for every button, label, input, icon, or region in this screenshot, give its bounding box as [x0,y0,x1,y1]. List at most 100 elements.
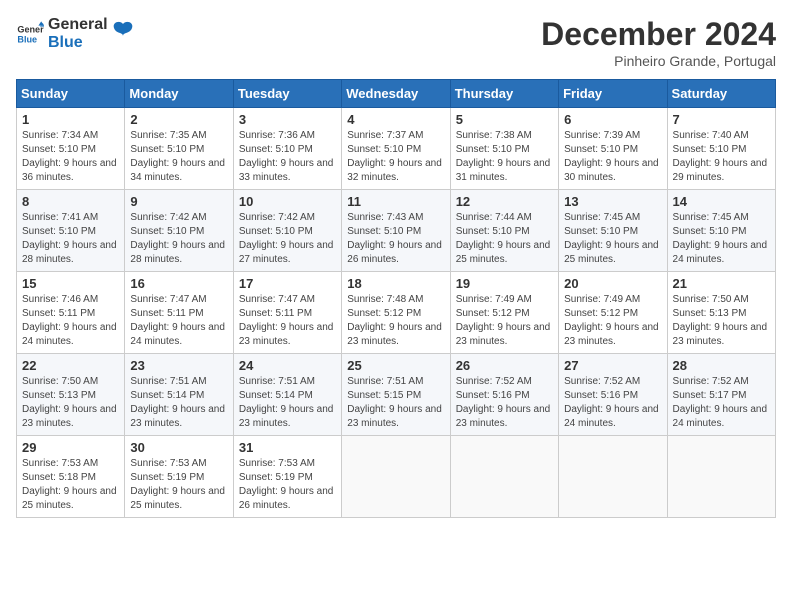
logo-blue: Blue [48,34,108,52]
day-info: Sunrise: 7:42 AMSunset: 5:10 PMDaylight:… [130,211,227,267]
day-number: 26 [456,358,553,373]
calendar-cell: 30Sunrise: 7:53 AMSunset: 5:19 PMDayligh… [125,436,233,518]
calendar-cell: 21Sunrise: 7:50 AMSunset: 5:13 PMDayligh… [667,272,775,354]
weekday-header-thursday: Thursday [450,80,558,108]
calendar-cell: 16Sunrise: 7:47 AMSunset: 5:11 PMDayligh… [125,272,233,354]
calendar-cell: 3 Sunrise: 7:36 AMSunset: 5:10 PMDaylight… [233,108,341,190]
day-number: 1 [22,112,119,127]
day-number: 24 [239,358,336,373]
month-year-title: December 2024 [541,16,776,53]
day-number: 12 [456,194,553,209]
day-info: Sunrise: 7:53 AMSunset: 5:19 PMDaylight:… [239,457,336,513]
day-info: Sunrise: 7:50 AMSunset: 5:13 PMDaylight:… [22,375,119,431]
day-number: 28 [673,358,770,373]
day-number: 31 [239,440,336,455]
calendar-cell: 29Sunrise: 7:53 AMSunset: 5:18 PMDayligh… [17,436,125,518]
weekday-header-sunday: Sunday [17,80,125,108]
day-info: Sunrise: 7:47 AMSunset: 5:11 PMDaylight:… [239,293,336,349]
day-number: 21 [673,276,770,291]
calendar-cell: 17 Sunrise: 7:47 AMSunset: 5:11 PMDayligh… [233,272,341,354]
day-info: Sunrise: 7:49 AMSunset: 5:12 PMDaylight:… [564,293,661,349]
location-subtitle: Pinheiro Grande, Portugal [541,53,776,69]
day-number: 15 [22,276,119,291]
calendar-cell: 27 Sunrise: 7:52 AMSunset: 5:16 PMDayligh… [559,354,667,436]
weekday-header-row: SundayMondayTuesdayWednesdayThursdayFrid… [17,80,776,108]
day-info: Sunrise: 7:52 AMSunset: 5:17 PMDaylight:… [673,375,770,431]
day-number: 20 [564,276,661,291]
calendar-cell: 22 Sunrise: 7:50 AMSunset: 5:13 PMDayligh… [17,354,125,436]
calendar-cell: 11 Sunrise: 7:43 AMSunset: 5:10 PMDayligh… [342,190,450,272]
day-number: 27 [564,358,661,373]
day-number: 2 [130,112,227,127]
day-number: 6 [564,112,661,127]
calendar-cell: 26 Sunrise: 7:52 AMSunset: 5:16 PMDayligh… [450,354,558,436]
logo: General Blue General Blue [16,16,134,51]
day-info: Sunrise: 7:44 AMSunset: 5:10 PMDaylight:… [456,211,553,267]
day-number: 11 [347,194,444,209]
day-number: 13 [564,194,661,209]
calendar-cell: 2 Sunrise: 7:35 AMSunset: 5:10 PMDaylight… [125,108,233,190]
day-info: Sunrise: 7:37 AMSunset: 5:10 PMDaylight:… [347,129,444,185]
day-info: Sunrise: 7:43 AMSunset: 5:10 PMDaylight:… [347,211,444,267]
weekday-header-friday: Friday [559,80,667,108]
day-info: Sunrise: 7:36 AMSunset: 5:10 PMDaylight:… [239,129,336,185]
calendar-cell: 31 Sunrise: 7:53 AMSunset: 5:19 PMDayligh… [233,436,341,518]
title-area: December 2024 Pinheiro Grande, Portugal [541,16,776,69]
day-info: Sunrise: 7:48 AMSunset: 5:12 PMDaylight:… [347,293,444,349]
day-info: Sunrise: 7:51 AMSunset: 5:14 PMDaylight:… [239,375,336,431]
day-number: 22 [22,358,119,373]
day-number: 16 [130,276,227,291]
day-info: Sunrise: 7:34 AMSunset: 5:10 PMDaylight:… [22,129,119,185]
calendar-cell: 10 Sunrise: 7:42 AMSunset: 5:10 PMDayligh… [233,190,341,272]
logo-bird-icon [112,20,134,48]
calendar-cell [667,436,775,518]
calendar-cell: 13Sunrise: 7:45 AMSunset: 5:10 PMDayligh… [559,190,667,272]
day-info: Sunrise: 7:35 AMSunset: 5:10 PMDaylight:… [130,129,227,185]
calendar-week-row: 29Sunrise: 7:53 AMSunset: 5:18 PMDayligh… [17,436,776,518]
calendar-cell: 6 Sunrise: 7:39 AMSunset: 5:10 PMDaylight… [559,108,667,190]
day-info: Sunrise: 7:51 AMSunset: 5:14 PMDaylight:… [130,375,227,431]
weekday-header-saturday: Saturday [667,80,775,108]
day-number: 4 [347,112,444,127]
day-number: 18 [347,276,444,291]
calendar-cell: 25Sunrise: 7:51 AMSunset: 5:15 PMDayligh… [342,354,450,436]
calendar-cell [559,436,667,518]
calendar-week-row: 8Sunrise: 7:41 AMSunset: 5:10 PMDaylight… [17,190,776,272]
calendar-cell: 5 Sunrise: 7:38 AMSunset: 5:10 PMDaylight… [450,108,558,190]
day-info: Sunrise: 7:46 AMSunset: 5:11 PMDaylight:… [22,293,119,349]
day-number: 5 [456,112,553,127]
day-number: 17 [239,276,336,291]
calendar-cell [450,436,558,518]
day-number: 10 [239,194,336,209]
calendar-cell [342,436,450,518]
day-number: 7 [673,112,770,127]
day-info: Sunrise: 7:39 AMSunset: 5:10 PMDaylight:… [564,129,661,185]
calendar-cell: 24 Sunrise: 7:51 AMSunset: 5:14 PMDayligh… [233,354,341,436]
svg-text:Blue: Blue [17,34,37,44]
calendar-cell: 28 Sunrise: 7:52 AMSunset: 5:17 PMDayligh… [667,354,775,436]
calendar-cell: 9Sunrise: 7:42 AMSunset: 5:10 PMDaylight… [125,190,233,272]
calendar-cell: 4 Sunrise: 7:37 AMSunset: 5:10 PMDaylight… [342,108,450,190]
day-info: Sunrise: 7:42 AMSunset: 5:10 PMDaylight:… [239,211,336,267]
weekday-header-wednesday: Wednesday [342,80,450,108]
day-info: Sunrise: 7:45 AMSunset: 5:10 PMDaylight:… [673,211,770,267]
day-info: Sunrise: 7:38 AMSunset: 5:10 PMDaylight:… [456,129,553,185]
day-info: Sunrise: 7:53 AMSunset: 5:18 PMDaylight:… [22,457,119,513]
day-number: 19 [456,276,553,291]
calendar-cell: 14Sunrise: 7:45 AMSunset: 5:10 PMDayligh… [667,190,775,272]
day-info: Sunrise: 7:52 AMSunset: 5:16 PMDaylight:… [456,375,553,431]
day-number: 23 [130,358,227,373]
day-number: 3 [239,112,336,127]
calendar-cell: 23 Sunrise: 7:51 AMSunset: 5:14 PMDayligh… [125,354,233,436]
logo-icon: General Blue [16,20,44,48]
day-info: Sunrise: 7:51 AMSunset: 5:15 PMDaylight:… [347,375,444,431]
calendar-cell: 1 Sunrise: 7:34 AMSunset: 5:10 PMDaylight… [17,108,125,190]
calendar-cell: 12 Sunrise: 7:44 AMSunset: 5:10 PMDayligh… [450,190,558,272]
day-info: Sunrise: 7:52 AMSunset: 5:16 PMDaylight:… [564,375,661,431]
day-info: Sunrise: 7:40 AMSunset: 5:10 PMDaylight:… [673,129,770,185]
day-info: Sunrise: 7:49 AMSunset: 5:12 PMDaylight:… [456,293,553,349]
calendar-cell: 15 Sunrise: 7:46 AMSunset: 5:11 PMDayligh… [17,272,125,354]
page-header: General Blue General Blue December 2024 … [16,16,776,69]
day-number: 30 [130,440,227,455]
calendar-cell: 8Sunrise: 7:41 AMSunset: 5:10 PMDaylight… [17,190,125,272]
